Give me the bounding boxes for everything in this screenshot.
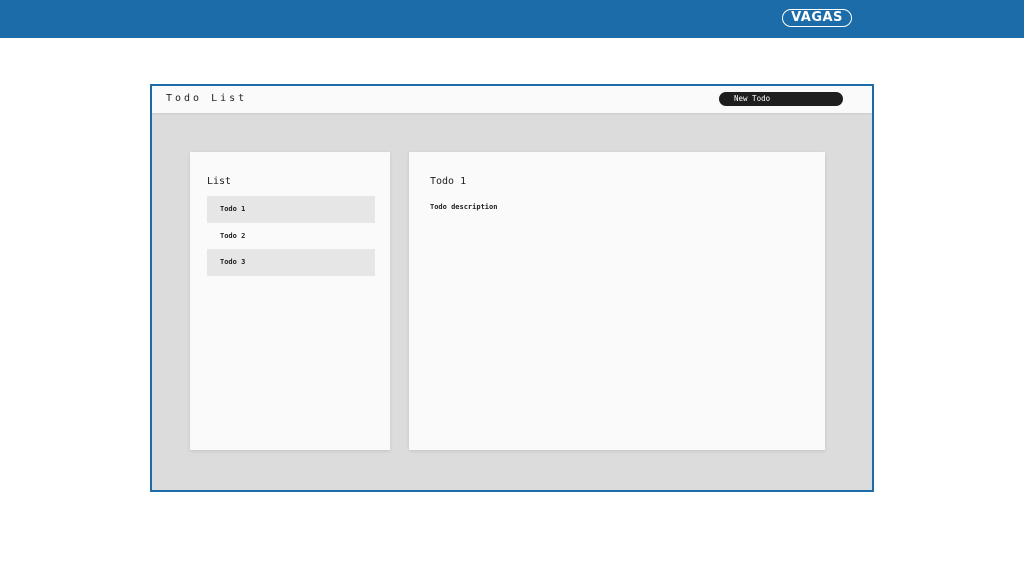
new-todo-button[interactable]: New Todo <box>719 92 843 106</box>
app-header: Todo List New Todo <box>152 86 872 113</box>
vagas-logo[interactable]: VAGAS <box>782 9 852 27</box>
todo-list-panel: List Todo 1 Todo 2 Todo 3 <box>190 152 390 450</box>
list-heading: List <box>207 176 232 187</box>
app-title: Todo List <box>166 93 248 104</box>
todo-detail-description: Todo description <box>430 203 498 211</box>
todo-list-item[interactable]: Todo 1 <box>207 196 375 223</box>
todo-list: Todo 1 Todo 2 Todo 3 <box>207 196 375 276</box>
todo-list-item[interactable]: Todo 3 <box>207 249 375 276</box>
todo-detail-title: Todo 1 <box>430 176 467 187</box>
todo-app-frame: Todo List New Todo List Todo 1 Todo 2 To… <box>150 84 874 492</box>
todo-detail-panel: Todo 1 Todo description <box>409 152 825 450</box>
todo-list-item[interactable]: Todo 2 <box>207 223 375 250</box>
top-bar: VAGAS <box>0 0 1024 38</box>
